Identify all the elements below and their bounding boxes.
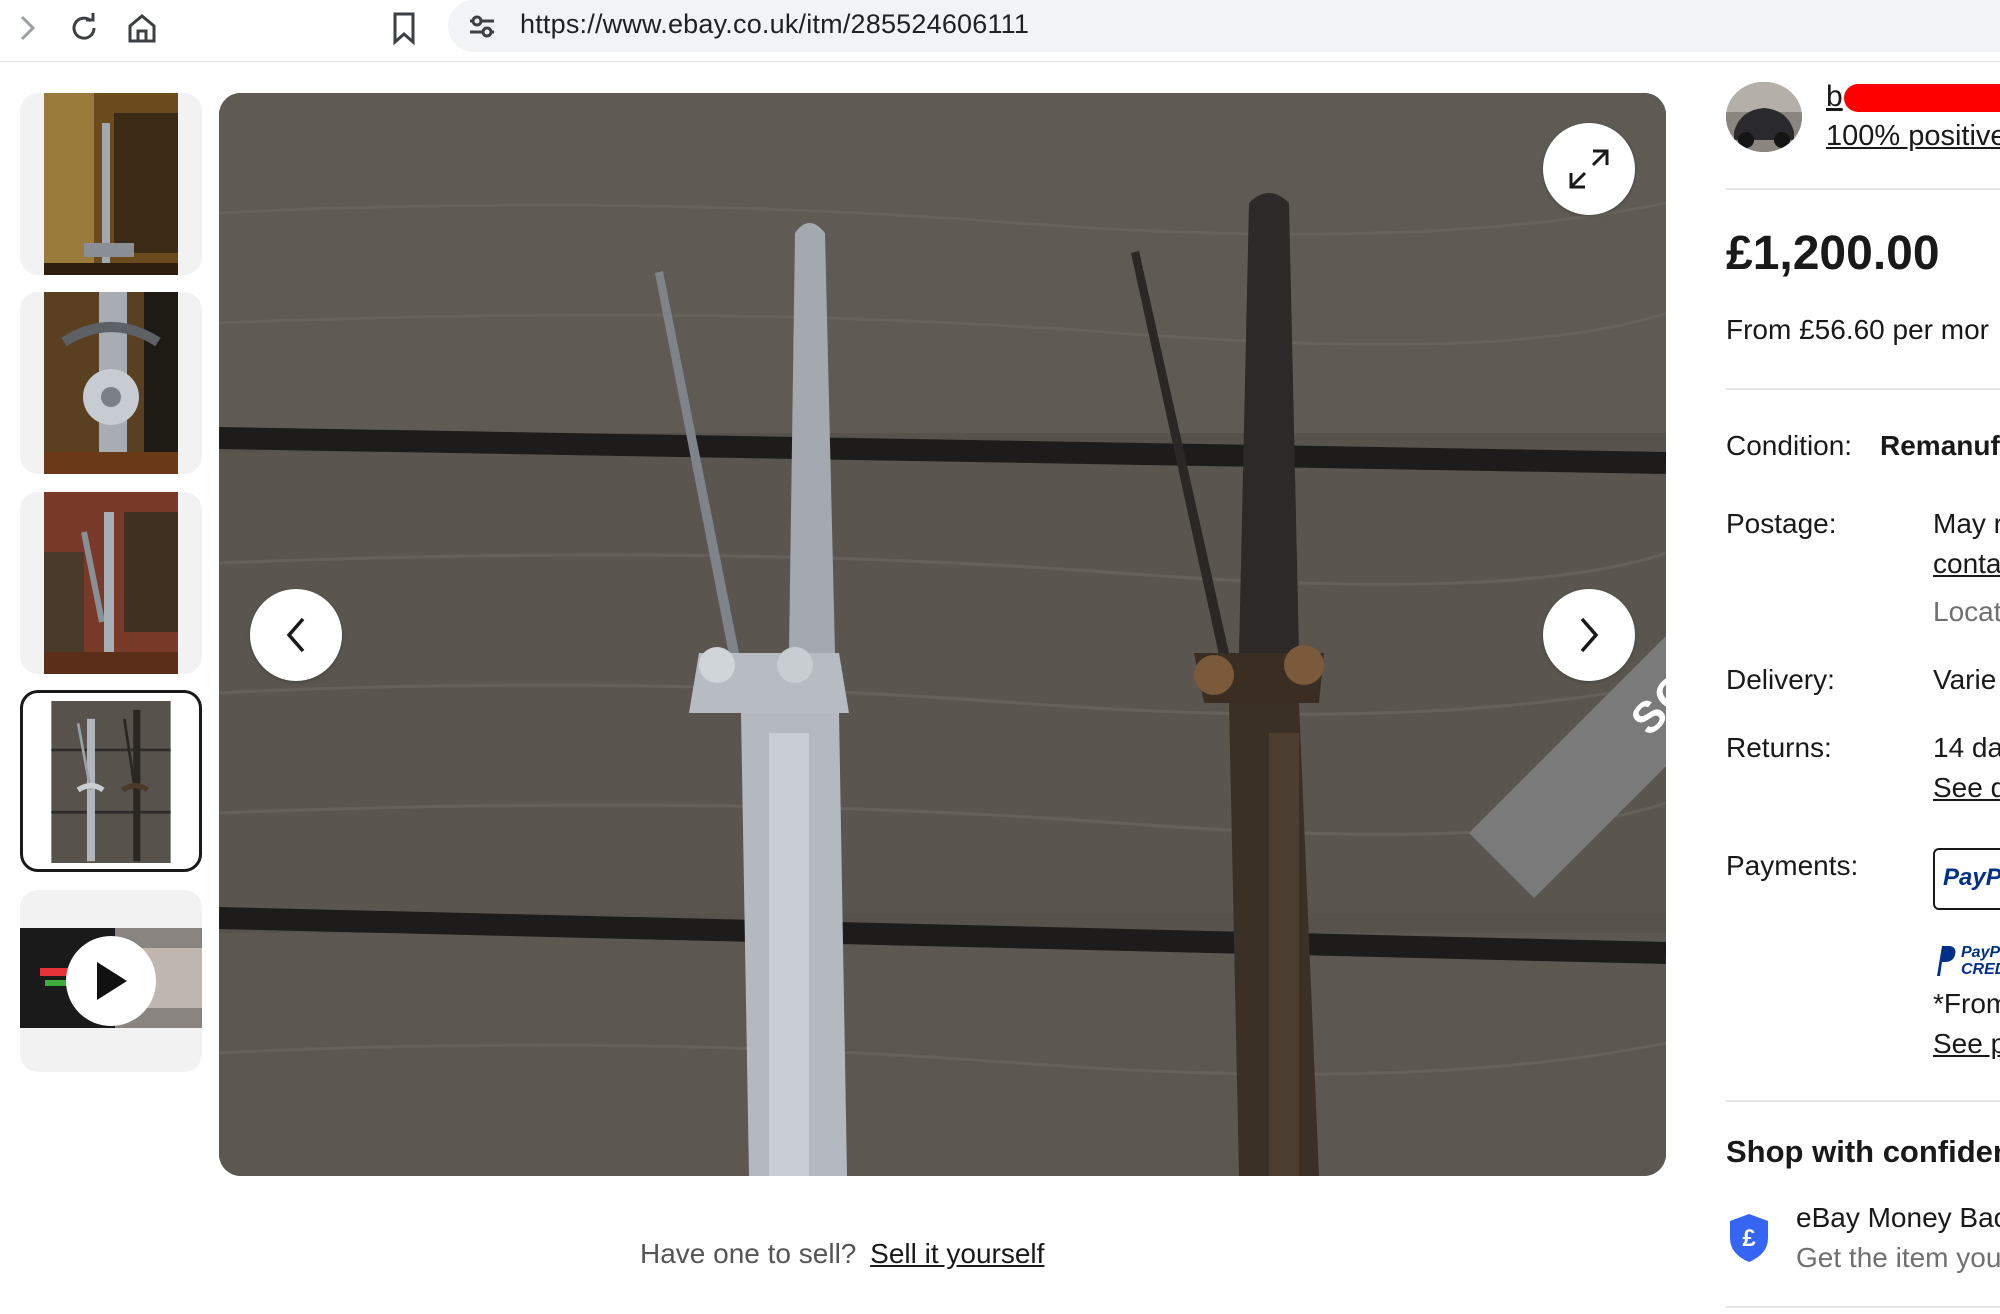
divider [1726,1306,2000,1308]
payment-details-link[interactable]: See p [1933,1028,2000,1060]
sell-prompt: Have one to sell? Sell it yourself [640,1238,1044,1270]
paypal-credit-logo: PayP CRED [1933,942,2000,982]
thumbnail-video[interactable] [20,890,202,1072]
monthly-price: From £56.60 per mor [1726,314,1989,345]
browser-toolbar: https://www.ebay.co.uk/itm/285524606111 [0,0,2000,62]
chevron-left-icon [286,617,305,653]
sell-it-yourself-link[interactable]: Sell it yourself [870,1238,1044,1269]
expand-icon [1569,149,1609,189]
thumbnail-image [51,701,171,863]
paypal-logo-text: PayP [1943,864,2000,891]
listing-sidebar: b 100% positive £1,200.00 From £56.60 pe… [1726,0,2000,1314]
product-photo [219,93,1666,1176]
paypal-logo: PayP [1933,848,2000,910]
postage-value: May r [1933,508,2000,539]
delivery-label: Delivery: [1726,664,1835,695]
redaction-mark [1844,84,2000,112]
thumbnail-2[interactable] [20,292,202,474]
thumbnail-image [44,492,178,674]
next-image-button[interactable] [1543,589,1635,681]
bookmark-icon[interactable] [382,6,426,50]
divider [1726,188,2000,190]
money-back-subtitle: Get the item you [1796,1242,2000,1273]
home-icon[interactable] [120,6,164,50]
item-price: £1,200.00 [1726,227,1940,280]
url-text[interactable]: https://www.ebay.co.uk/itm/285524606111 [520,9,1029,40]
condition-label: Condition: [1726,430,1853,461]
sell-prompt-text: Have one to sell? [640,1238,857,1269]
condition-value: Remanufa [1880,430,2000,461]
returns-value: 14 da [1933,732,2000,763]
thumbnail-4[interactable] [20,690,202,872]
svg-text:£: £ [1742,1225,1756,1252]
payments-label: Payments: [1726,850,1859,881]
site-settings-icon[interactable] [462,6,502,46]
seller-feedback-link[interactable]: 100% positive [1826,120,2000,153]
main-image[interactable]: SOLD [219,93,1666,1176]
postage-label: Postage: [1726,508,1837,539]
seller-avatar[interactable] [1726,82,1802,152]
play-button[interactable] [66,936,156,1026]
shop-with-confidence-heading: Shop with confiden [1726,1134,2000,1169]
avatar-image [1726,82,1802,152]
money-back-title: eBay Money Bac [1796,1202,2000,1233]
fullscreen-button[interactable] [1543,123,1635,215]
returns-label: Returns: [1726,732,1832,763]
paypal-credit-text: PayP CRED [1961,944,2000,978]
forward-icon[interactable] [6,6,50,50]
postage-contact-link[interactable]: conta [1933,548,2000,580]
thumbnail-image [44,292,178,474]
divider [1726,1100,2000,1102]
chevron-right-icon [1580,617,1599,653]
seller-name-link[interactable]: b [1826,80,1843,114]
play-icon [97,962,127,1000]
thumbnail-image [44,93,178,275]
thumbnail-3[interactable] [20,492,202,674]
finance-from-text: *From [1933,988,2000,1019]
delivery-value: Varie [1933,664,1997,695]
divider [1726,388,2000,390]
previous-image-button[interactable] [250,589,342,681]
thumbnail-1[interactable] [20,93,202,275]
returns-details-link[interactable]: See d [1933,772,2000,804]
location-value: Locat [1933,596,2000,627]
reload-icon[interactable] [62,6,106,50]
shield-pound-icon: £ [1730,1214,1768,1262]
paypal-p-icon [1937,946,1956,976]
